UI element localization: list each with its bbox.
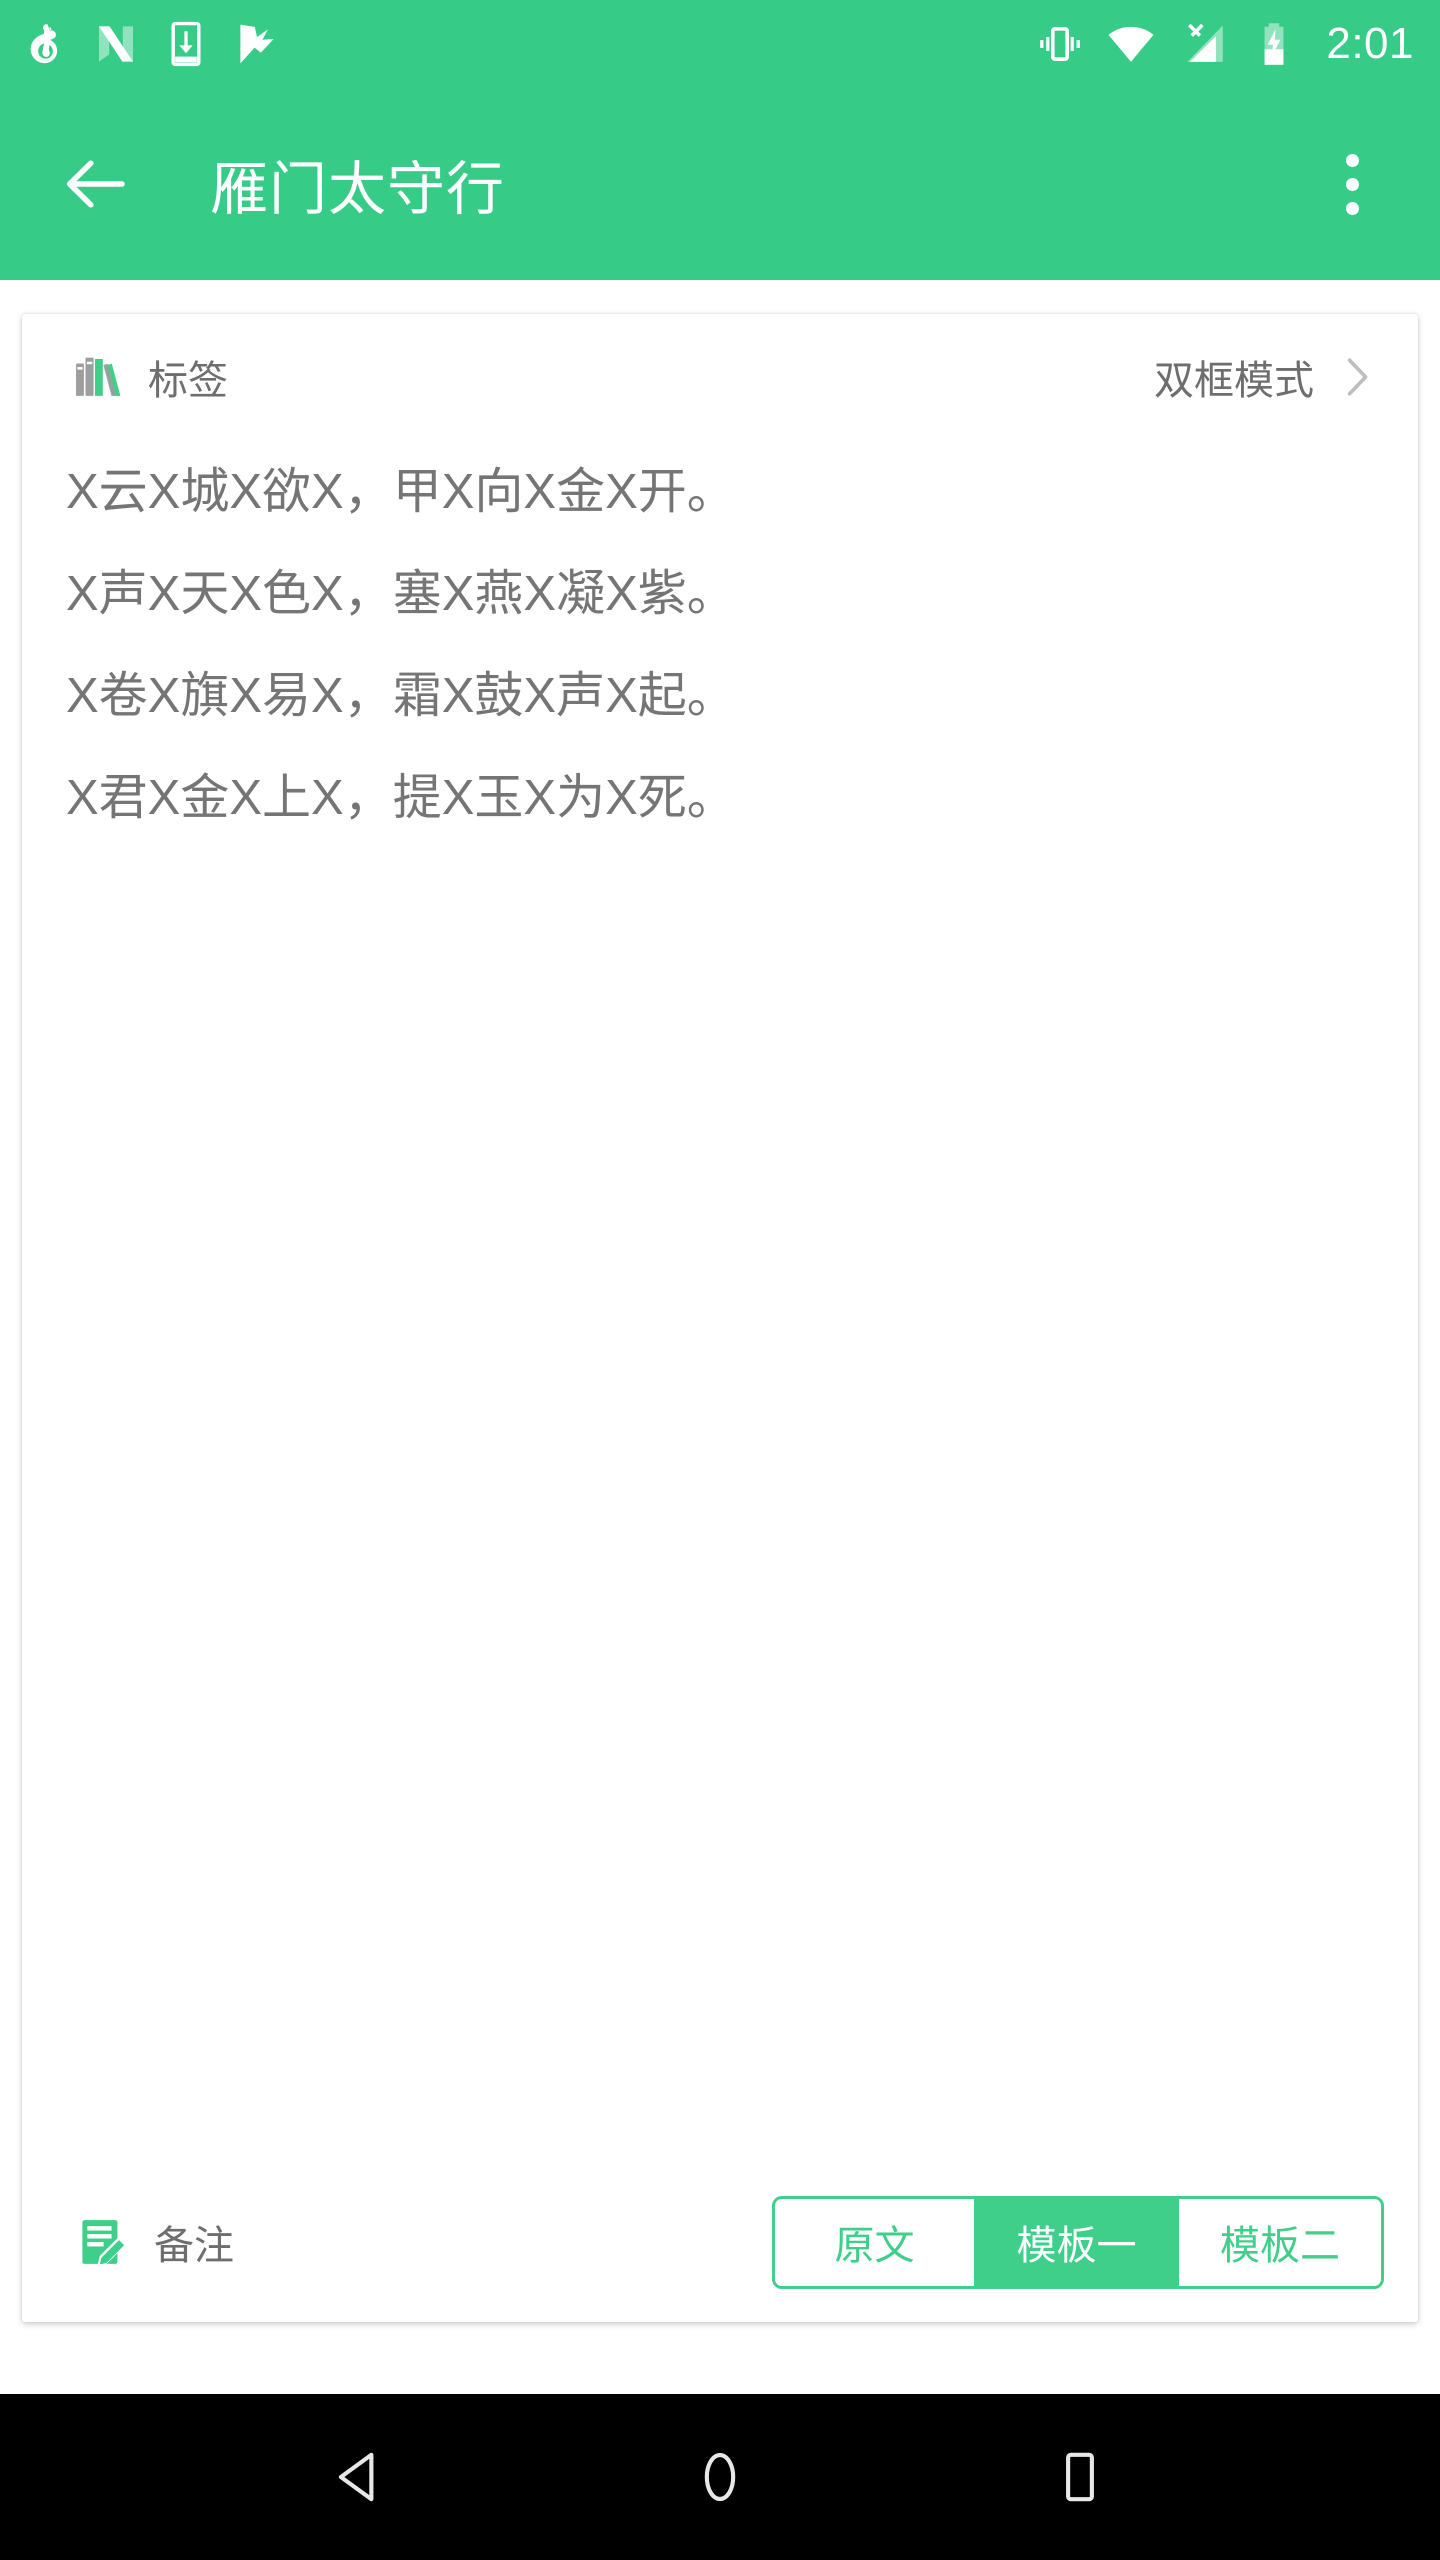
segment-original[interactable]: 原文	[775, 2198, 977, 2286]
poem-line: X君X金X上X，提X玉X为X死。	[66, 771, 736, 825]
triangle-left-icon	[338, 2452, 374, 2502]
arrow-left-icon	[66, 160, 125, 208]
note-edit-icon	[82, 2220, 127, 2267]
poem-body: X云X城X欲X，甲X向X金X开。 X声X天X色X，塞X燕X凝X紫。 X卷X旗X易…	[22, 440, 1418, 2162]
overflow-dot	[1345, 177, 1359, 191]
display-mode-button[interactable]: 双框模式	[1154, 348, 1380, 406]
android-nougat-icon	[99, 26, 133, 62]
nav-home-button[interactable]	[645, 2402, 795, 2552]
page-title: 雁门太守行	[210, 157, 506, 222]
tag-label: 标签	[148, 359, 228, 403]
card-footer-row: 备注 原文 模板一 模板二	[22, 2162, 1418, 2322]
template-segmented-control: 原文 模板一 模板二	[772, 2195, 1384, 2289]
poem-line: X卷X旗X易X，霜X鼓X声X起。	[66, 669, 736, 723]
no-sim-signal-icon	[1187, 23, 1224, 62]
display-mode-label: 双框模式	[1154, 359, 1314, 403]
download-to-phone-icon	[171, 21, 201, 67]
battery-charging-icon	[1264, 23, 1284, 65]
overflow-menu-button[interactable]	[1304, 136, 1400, 232]
content-card: 标签 双框模式 X云X城X欲X，甲X向X金X开。 X声X天X色X，塞X燕X凝X紫…	[22, 314, 1418, 2322]
netease-music-icon	[30, 24, 58, 64]
overflow-dot	[1345, 153, 1359, 167]
segment-template-one[interactable]: 模板一	[977, 2198, 1179, 2286]
nav-recents-button[interactable]	[1005, 2402, 1155, 2552]
notes-label: 备注	[154, 2224, 234, 2268]
app-bar: 雁门太守行	[0, 88, 1440, 280]
square-icon	[1066, 2452, 1094, 2502]
status-bar: 2:01	[0, 0, 1440, 88]
poem-line: X云X城X欲X，甲X向X金X开。	[66, 465, 736, 519]
vibrate-mode-icon	[1040, 27, 1081, 61]
segment-template-two[interactable]: 模板二	[1179, 2198, 1381, 2286]
card-header-row: 标签 双框模式	[22, 314, 1418, 440]
books-icon	[76, 357, 121, 396]
checkmark-flag-icon	[240, 24, 274, 64]
nav-back-button[interactable]	[285, 2402, 435, 2552]
notes-button[interactable]: 备注	[74, 2213, 234, 2271]
status-bar-notification-icons	[22, 20, 280, 68]
circle-icon	[704, 2452, 736, 2502]
tag-button[interactable]: 标签	[72, 348, 228, 406]
back-button[interactable]	[48, 136, 144, 232]
chevron-right-icon	[1347, 358, 1368, 396]
status-bar-clock: 2:01	[1326, 19, 1414, 68]
wifi-icon	[1108, 26, 1154, 62]
status-bar-system-icons: 2:01	[1036, 19, 1414, 69]
app-screen: 2:01 雁门太守行 标签 双框模式 X云X城X欲X，甲X向X金X开。 X声X天…	[0, 0, 1440, 2560]
overflow-dot	[1345, 201, 1359, 215]
poem-line: X声X天X色X，塞X燕X凝X紫。	[66, 567, 736, 621]
system-navigation-bar	[0, 2394, 1440, 2560]
